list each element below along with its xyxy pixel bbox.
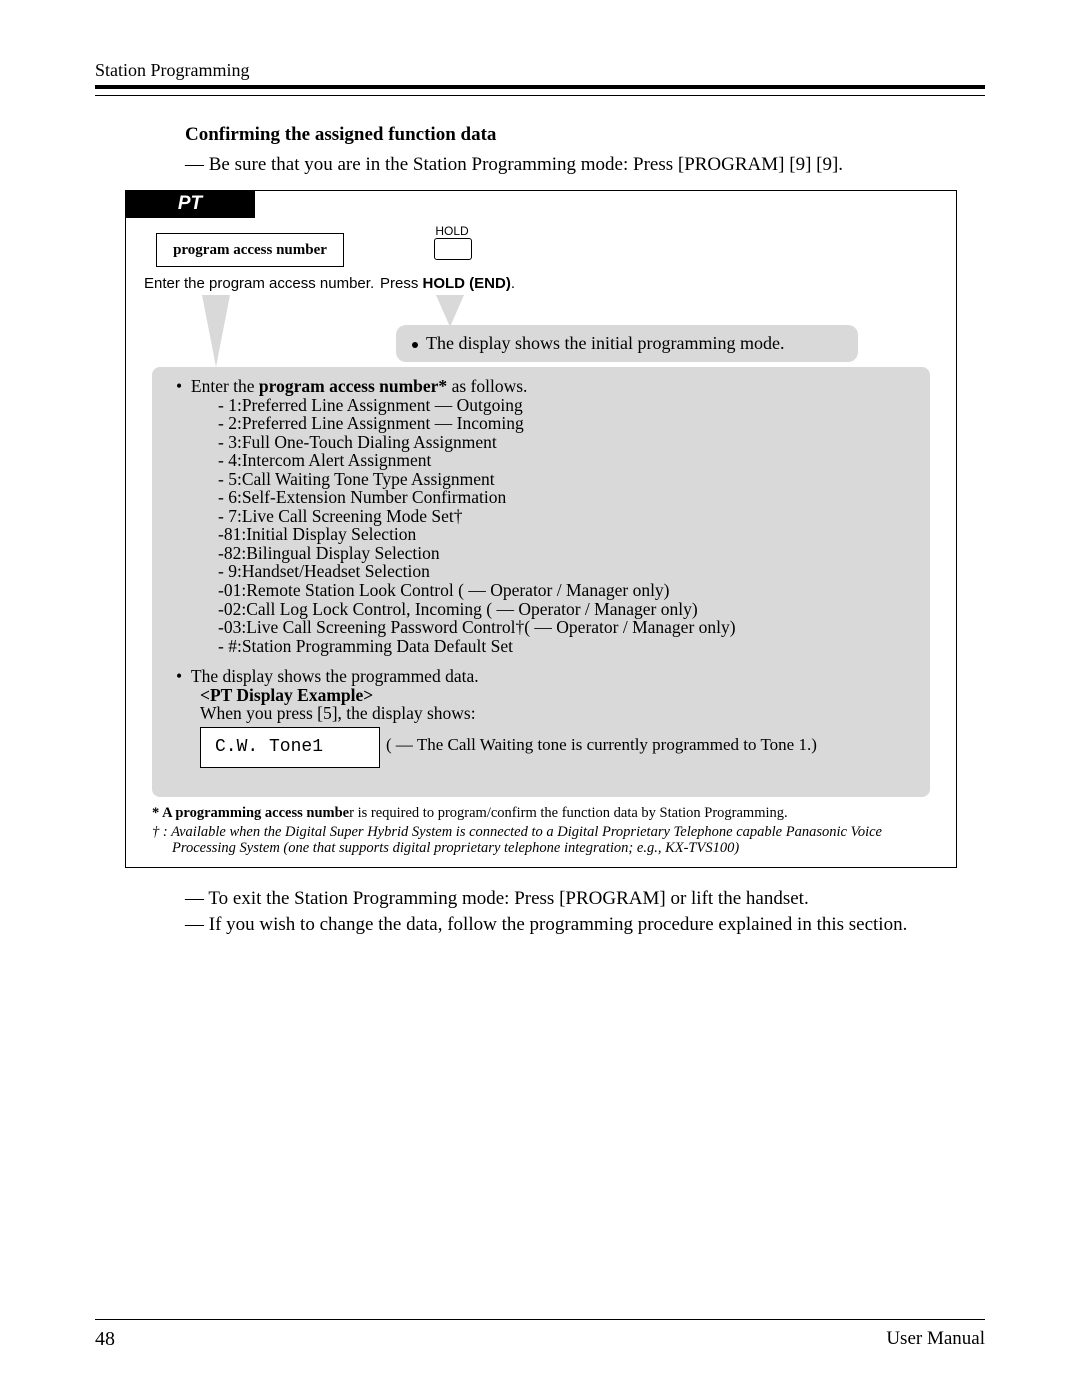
display-when-line: When you press [5], the display shows: xyxy=(200,704,912,723)
step2-caption: Press HOLD (END). xyxy=(380,275,515,292)
access-number-list: - 1:Preferred Line Assignment — Outgoing… xyxy=(170,396,912,656)
after-line-2: — If you wish to change the data, follow… xyxy=(185,912,985,938)
callout-initial-mode-text: The display shows the initial programmin… xyxy=(426,333,784,353)
footnotes: * A programming access number is require… xyxy=(152,805,930,857)
pt-tab: PT xyxy=(125,190,255,218)
step2-caption-pre: Press xyxy=(380,275,423,292)
list-item: - 7:Live Call Screening Mode Set† xyxy=(218,507,912,526)
list-item: - 1:Preferred Line Assignment — Outgoing xyxy=(218,396,912,415)
step2-caption-bold: HOLD (END) xyxy=(423,275,511,292)
step2-caption-post: . xyxy=(511,275,515,292)
after-notes: — To exit the Station Programming mode: … xyxy=(185,886,985,937)
footnote-1-rest: r is required to program/confirm the fun… xyxy=(349,805,788,821)
callout-big: • Enter the program access number* as fo… xyxy=(152,367,930,797)
intro-line: — Be sure that you are in the Station Pr… xyxy=(185,154,985,176)
footnote-2: † : Available when the Digital Super Hyb… xyxy=(152,824,930,857)
list-item: - 9:Handset/Headset Selection xyxy=(218,562,912,581)
list-item: -03:Live Call Screening Password Control… xyxy=(218,618,912,637)
hold-button-icon xyxy=(434,238,472,260)
page-footer: 48 User Manual xyxy=(95,1319,985,1351)
enter-pan-line: • Enter the program access number* as fo… xyxy=(188,377,912,396)
footnote-1-bold: * A programming access numbe xyxy=(152,805,349,821)
list-item: - 3:Full One-Touch Dialing Assignment xyxy=(218,433,912,452)
doc-title: User Manual xyxy=(886,1328,985,1351)
display-annotation: ( — The Call Waiting tone is currently p… xyxy=(386,736,817,754)
list-item: - 6:Self-Extension Number Confirmation xyxy=(218,488,912,507)
bullet-icon xyxy=(412,342,418,348)
program-access-number-box: program access number xyxy=(156,233,344,267)
section-title: Confirming the assigned function data xyxy=(185,124,985,146)
lead-pre: Enter the xyxy=(191,376,259,396)
display-shows-line: • The display shows the programmed data. xyxy=(188,667,912,686)
callout-initial-mode: The display shows the initial programmin… xyxy=(396,325,858,362)
footnote-1: * A programming access number is require… xyxy=(152,805,930,822)
pointer-step1 xyxy=(202,295,230,367)
lead-post: as follows. xyxy=(447,376,527,396)
list-item: - 2:Preferred Line Assignment — Incoming xyxy=(218,414,912,433)
pointer-step2 xyxy=(436,295,464,327)
header-section: Station Programming xyxy=(95,60,985,81)
list-item: -01:Remote Station Look Control ( — Oper… xyxy=(218,581,912,600)
step1-caption: Enter the program access number. xyxy=(144,275,374,292)
header-rule xyxy=(95,85,985,96)
hold-label: HOLD xyxy=(422,224,482,238)
lead-bold: program access number* xyxy=(259,376,447,396)
page-number: 48 xyxy=(95,1328,115,1351)
display-shows-text: The display shows the programmed data. xyxy=(191,666,479,686)
list-item: - 4:Intercom Alert Assignment xyxy=(218,451,912,470)
list-item: -02:Call Log Lock Control, Incoming ( — … xyxy=(218,600,912,619)
pt-diagram: PT program access number Enter the progr… xyxy=(125,190,957,868)
list-item: -81:Initial Display Selection xyxy=(218,525,912,544)
list-item: - #:Station Programming Data Default Set xyxy=(218,637,912,656)
display-example-title: <PT Display Example> xyxy=(200,686,912,705)
after-line-1: — To exit the Station Programming mode: … xyxy=(185,886,985,912)
list-item: -82:Bilingual Display Selection xyxy=(218,544,912,563)
list-item: - 5:Call Waiting Tone Type Assignment xyxy=(218,470,912,489)
display-value-box: C.W. Tone1 xyxy=(200,727,380,768)
